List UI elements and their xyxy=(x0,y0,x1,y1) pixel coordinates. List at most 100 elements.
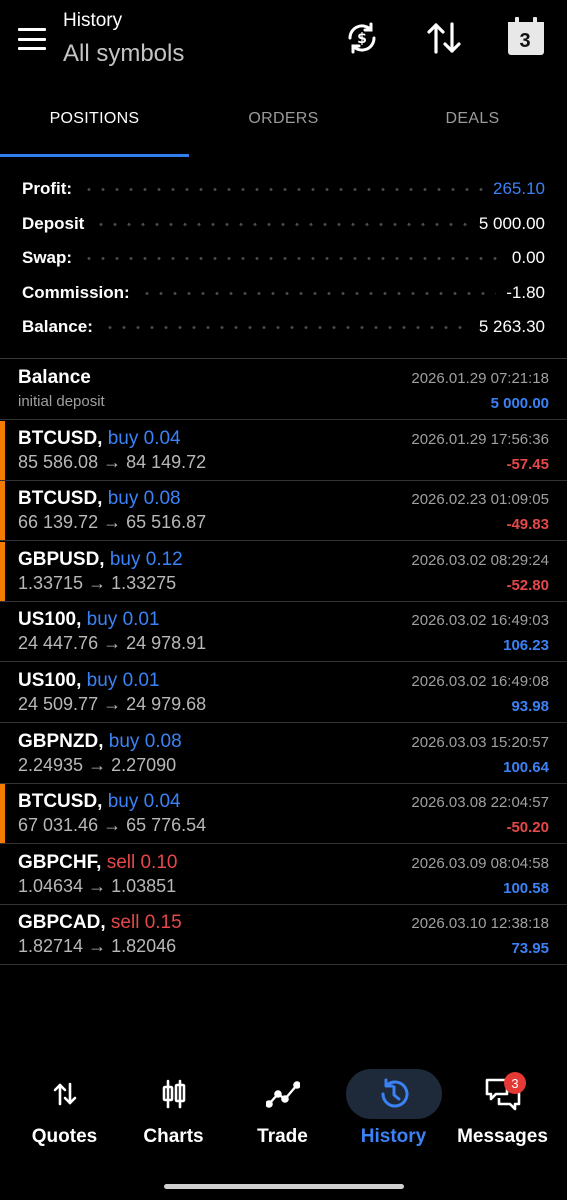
price-range: 66 139.72 → 65 516.87 xyxy=(18,512,207,532)
nav-history[interactable]: History xyxy=(337,1068,450,1148)
position-row[interactable]: GBPCAD, sell 0.15 1.82714 → 1.82046 2026… xyxy=(0,905,567,965)
symbol: BTCUSD, xyxy=(18,488,103,509)
position-row[interactable]: US100, buy 0.01 24 509.77 → 24 979.68 20… xyxy=(0,663,567,723)
position-title: US100, buy 0.01 xyxy=(18,609,160,631)
position-row[interactable]: GBPCHF, sell 0.10 1.04634 → 1.03851 2026… xyxy=(0,845,567,905)
direction: buy 0.01 xyxy=(86,609,160,630)
profit: 73.95 xyxy=(511,940,549,957)
balance-entry-subtitle: initial deposit xyxy=(18,393,105,410)
symbol: US100, xyxy=(18,670,82,691)
symbol: BTCUSD, xyxy=(18,428,103,449)
nav-trade[interactable]: Trade xyxy=(226,1068,339,1148)
calendar-day: 3 xyxy=(519,30,531,52)
position-title: GBPUSD, buy 0.12 xyxy=(18,549,183,571)
dot-leader xyxy=(94,222,469,226)
position-title: BTCUSD, buy 0.04 xyxy=(18,791,181,813)
summary-deposit: Deposit 5 000.00 xyxy=(22,210,545,238)
direction: sell 0.10 xyxy=(106,852,178,873)
svg-text:$: $ xyxy=(357,31,367,47)
messages-icon xyxy=(446,1068,559,1120)
nav-trade-label: Trade xyxy=(257,1126,308,1147)
direction: sell 0.15 xyxy=(110,912,182,933)
timestamp: 2026.03.02 08:29:24 xyxy=(411,552,549,569)
active-pill xyxy=(345,1069,442,1119)
position-title: GBPCAD, sell 0.15 xyxy=(18,912,182,934)
dot-leader xyxy=(82,256,502,260)
summary-swap: Swap: 0.00 xyxy=(22,244,545,272)
position-title: GBPCHF, sell 0.10 xyxy=(18,852,177,874)
sort-icon[interactable] xyxy=(424,18,464,58)
price-range: 1.82714 → 1.82046 xyxy=(18,936,177,956)
symbol: GBPUSD, xyxy=(18,549,105,570)
symbol: GBPNZD, xyxy=(18,731,104,752)
timestamp: 2026.03.03 15:20:57 xyxy=(411,734,549,751)
currency-exchange-icon[interactable]: $ xyxy=(342,18,382,58)
nav-messages-label: Messages xyxy=(457,1126,548,1147)
loss-marker xyxy=(0,784,5,843)
direction: buy 0.08 xyxy=(107,488,181,509)
position-title: US100, buy 0.01 xyxy=(18,670,160,692)
position-row[interactable]: US100, buy 0.01 24 447.76 → 24 978.91 20… xyxy=(0,602,567,662)
price-range: 1.33715 → 1.33275 xyxy=(18,573,177,593)
nav-charts-label: Charts xyxy=(143,1126,204,1147)
loss-marker xyxy=(0,481,5,540)
deposit-value: 5 000.00 xyxy=(478,214,545,233)
summary-balance: Balance: 5 263.30 xyxy=(22,313,545,341)
page-title: History xyxy=(63,10,123,31)
balance-entry[interactable]: Balance initial deposit 2026.01.29 07:21… xyxy=(0,360,567,420)
profit: 100.64 xyxy=(503,759,549,776)
tab-orders[interactable]: ORDERS xyxy=(189,110,378,134)
summary-commission: Commission: -1.80 xyxy=(22,279,545,307)
commission-label: Commission: xyxy=(22,283,130,302)
position-row[interactable]: GBPUSD, buy 0.12 1.33715 → 1.33275 2026.… xyxy=(0,542,567,602)
symbol: GBPCHF, xyxy=(18,852,102,873)
profit-label: Profit: xyxy=(22,179,73,198)
price-range: 85 586.08 → 84 149.72 xyxy=(18,452,207,472)
nav-messages[interactable]: 3 Messages xyxy=(446,1068,559,1148)
price-range: 2.24935 → 2.27090 xyxy=(18,755,177,775)
timestamp: 2026.02.23 01:09:05 xyxy=(411,491,549,508)
commission-value: -1.80 xyxy=(506,283,545,302)
messages-badge: 3 xyxy=(504,1072,526,1094)
symbol-filter[interactable]: All symbols xyxy=(63,40,184,68)
nav-history-label: History xyxy=(360,1126,427,1147)
price-range: 67 031.46 → 65 776.54 xyxy=(18,815,207,835)
summary-profit: Profit: 265.10 xyxy=(22,175,545,203)
loss-marker xyxy=(0,542,5,601)
timestamp: 2026.03.02 16:49:03 xyxy=(411,612,549,629)
nav-history-icon-wrap xyxy=(337,1068,450,1120)
tab-deals[interactable]: DEALS xyxy=(378,110,567,134)
direction: buy 0.04 xyxy=(107,791,181,812)
price-range: 1.04634 → 1.03851 xyxy=(18,876,177,896)
dot-leader xyxy=(102,325,469,329)
position-title: GBPNZD, buy 0.08 xyxy=(18,731,182,753)
divider xyxy=(0,358,567,359)
timestamp: 2026.01.29 17:56:36 xyxy=(411,431,549,448)
timestamp: 2026.03.10 12:38:18 xyxy=(411,915,549,932)
nav-quotes[interactable]: Quotes xyxy=(8,1068,121,1148)
position-row[interactable]: BTCUSD, buy 0.04 85 586.08 → 84 149.72 2… xyxy=(0,421,567,481)
menu-icon[interactable] xyxy=(18,28,46,50)
balance-entry-title: Balance xyxy=(18,367,91,388)
home-indicator[interactable] xyxy=(164,1184,404,1189)
balance-label: Balance: xyxy=(22,317,93,336)
timestamp: 2026.03.08 22:04:57 xyxy=(411,794,549,811)
balance-entry-time: 2026.01.29 07:21:18 xyxy=(411,370,549,387)
balance-value: 5 263.30 xyxy=(478,317,545,336)
nav-charts[interactable]: Charts xyxy=(117,1068,230,1148)
position-row[interactable]: BTCUSD, buy 0.04 67 031.46 → 65 776.54 2… xyxy=(0,784,567,844)
direction: buy 0.01 xyxy=(86,670,160,691)
deposit-label: Deposit xyxy=(22,214,85,233)
position-row[interactable]: GBPNZD, buy 0.08 2.24935 → 2.27090 2026.… xyxy=(0,724,567,784)
profit: 100.58 xyxy=(503,880,549,897)
direction: buy 0.04 xyxy=(107,428,181,449)
timestamp: 2026.03.02 16:49:08 xyxy=(411,673,549,690)
position-row[interactable]: BTCUSD, buy 0.08 66 139.72 → 65 516.87 2… xyxy=(0,481,567,541)
profit: 93.98 xyxy=(511,698,549,715)
calendar-icon[interactable]: 3 xyxy=(506,16,546,56)
profit: -50.20 xyxy=(506,819,549,836)
tab-positions[interactable]: POSITIONS xyxy=(0,110,189,134)
profit: -52.80 xyxy=(506,577,549,594)
profit: 106.23 xyxy=(503,637,549,654)
swap-value: 0.00 xyxy=(511,248,545,267)
